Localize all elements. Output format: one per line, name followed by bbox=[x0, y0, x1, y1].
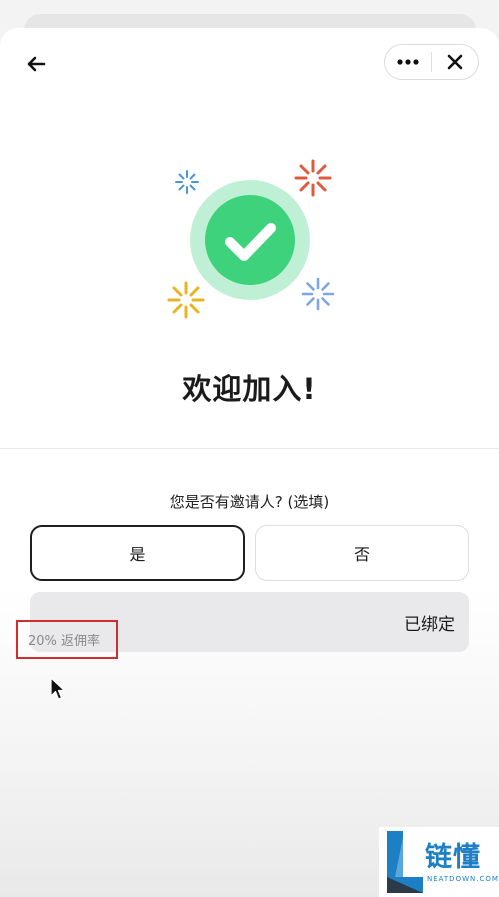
sparkle-periwinkle-icon bbox=[301, 277, 335, 311]
more-button[interactable] bbox=[385, 45, 431, 79]
no-option-button[interactable]: 否 bbox=[255, 525, 469, 581]
section-divider bbox=[0, 448, 499, 449]
mouse-cursor-icon bbox=[50, 677, 66, 700]
rebate-rate-label: 20% 返佣率 bbox=[28, 634, 101, 649]
header-action-pill bbox=[384, 44, 479, 80]
success-illustration bbox=[150, 148, 350, 338]
no-option-label: 否 bbox=[353, 545, 370, 564]
more-horizontal-icon bbox=[397, 59, 419, 65]
close-icon bbox=[447, 54, 463, 70]
brand-logo-icon bbox=[387, 831, 423, 893]
invite-bound-status: 已绑定 bbox=[404, 614, 455, 635]
close-button[interactable] bbox=[432, 45, 478, 79]
check-inner-circle bbox=[205, 195, 295, 285]
yes-option-button[interactable]: 是 bbox=[30, 525, 245, 581]
sparkle-red-icon bbox=[294, 159, 332, 197]
back-button[interactable] bbox=[20, 48, 52, 80]
yes-option-label: 是 bbox=[129, 545, 146, 564]
rebate-highlight-box: 20% 返佣率 bbox=[16, 620, 118, 659]
arrow-left-icon bbox=[27, 56, 46, 72]
welcome-title: 欢迎加入! bbox=[182, 372, 317, 406]
watermark-logo: 链懂 NEATDOWN.COM bbox=[379, 827, 499, 897]
watermark-url: NEATDOWN.COM bbox=[427, 875, 499, 883]
sparkle-blue-icon bbox=[175, 170, 199, 194]
watermark-brand: 链懂 bbox=[425, 842, 481, 873]
inviter-question: 您是否有邀请人? (选填) bbox=[169, 493, 330, 511]
sparkle-yellow-icon bbox=[167, 281, 205, 319]
bottom-sheet: 欢迎加入! 您是否有邀请人? (选填) 是 否 已绑定 bbox=[0, 28, 499, 897]
